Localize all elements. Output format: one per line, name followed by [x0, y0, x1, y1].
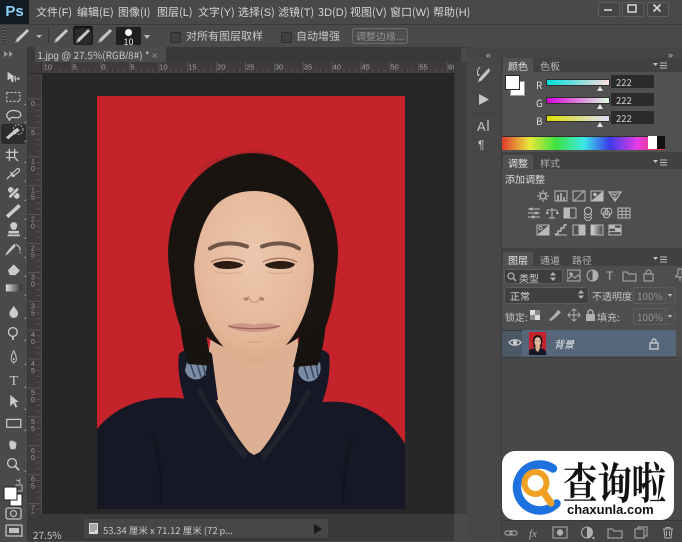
svg-text:2: 2 — [31, 246, 35, 253]
svg-text:5: 5 — [31, 195, 35, 202]
svg-text:0: 0 — [31, 166, 35, 173]
svg-text:15: 15 — [188, 63, 196, 72]
svg-text:0: 0 — [31, 281, 35, 288]
svg-text:6: 6 — [31, 477, 35, 484]
svg-text:3: 3 — [31, 274, 35, 281]
svg-text:0: 0 — [31, 224, 35, 231]
svg-text:0: 0 — [31, 339, 35, 346]
svg-text:30: 30 — [275, 63, 283, 72]
svg-text:5: 5 — [31, 310, 35, 317]
svg-text:0: 0 — [31, 397, 35, 404]
svg-text:10: 10 — [44, 63, 52, 72]
svg-text:0: 0 — [31, 455, 35, 462]
svg-text:0: 0 — [31, 101, 35, 108]
svg-text:3: 3 — [31, 303, 35, 310]
svg-text:5: 5 — [31, 368, 35, 375]
svg-text:25: 25 — [246, 63, 254, 72]
svg-text:55: 55 — [419, 63, 427, 72]
svg-text:20: 20 — [217, 63, 225, 72]
svg-text:6: 6 — [31, 448, 35, 455]
svg-text:5: 5 — [130, 63, 134, 72]
svg-text:fx: fx — [529, 528, 537, 540]
svg-text:5: 5 — [31, 419, 35, 426]
svg-text:¶: ¶ — [478, 138, 484, 152]
svg-text:5: 5 — [73, 63, 77, 72]
svg-text:0: 0 — [102, 63, 106, 72]
svg-text:50: 50 — [391, 63, 399, 72]
svg-text:7: 7 — [31, 506, 35, 513]
svg-text:A: A — [477, 119, 486, 134]
svg-text:10: 10 — [159, 63, 167, 72]
svg-text:1: 1 — [31, 159, 35, 166]
svg-text:40: 40 — [333, 63, 341, 72]
svg-text:5: 5 — [31, 390, 35, 397]
svg-text:T: T — [9, 373, 18, 389]
svg-text:1: 1 — [31, 188, 35, 195]
svg-text:4: 4 — [31, 332, 35, 339]
svg-text:2: 2 — [31, 217, 35, 224]
svg-text:5: 5 — [31, 253, 35, 260]
svg-text:45: 45 — [362, 63, 370, 72]
svg-text:5: 5 — [31, 484, 35, 491]
svg-text:5: 5 — [31, 426, 35, 433]
svg-text:4: 4 — [31, 361, 35, 368]
svg-text:T: T — [606, 269, 614, 283]
svg-text:5: 5 — [31, 130, 35, 137]
svg-text:35: 35 — [304, 63, 312, 72]
